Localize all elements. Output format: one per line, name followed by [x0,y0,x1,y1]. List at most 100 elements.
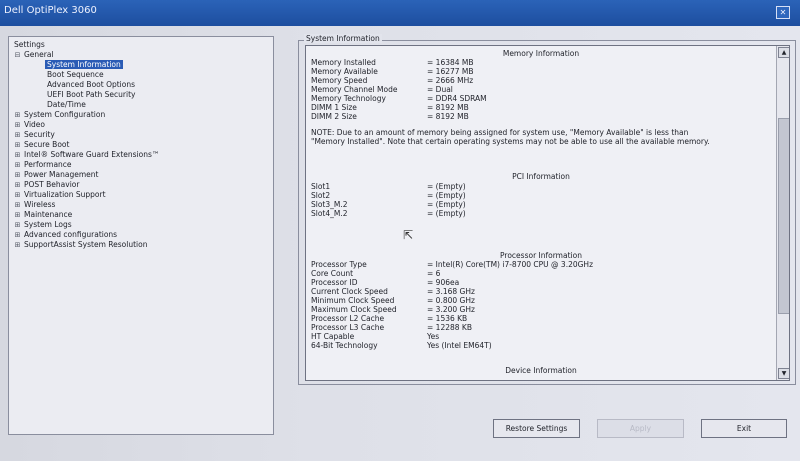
tree-item-system-information[interactable]: System Information [45,60,123,70]
tree-item-virtualization-support[interactable]: ⊞ Virtualization Support [14,190,106,200]
info-key: Memory Technology [311,94,386,103]
info-value: = (Empty) [427,200,466,209]
info-key: Slot2 [311,191,331,200]
plus-icon[interactable]: ⊞ [14,140,21,150]
close-icon[interactable]: ✕ [776,6,790,19]
vertical-scrollbar[interactable]: ▲ ▼ [776,46,789,380]
info-row: Core Count = 6 [311,269,440,278]
info-value: = 12288 KB [427,323,472,332]
tree-item-label: Date/Time [47,100,86,109]
tree-item-advanced-boot-options[interactable]: Advanced Boot Options [47,80,135,90]
tree-item-label: System Configuration [24,110,106,119]
title-bar: Dell OptiPlex 3060 ✕ [0,0,800,26]
tree-item-system-configuration[interactable]: ⊞ System Configuration [14,110,106,120]
info-value: = 1536 KB [427,314,468,323]
tree-item-security[interactable]: ⊞ Security [14,130,55,140]
plus-icon[interactable]: ⊞ [14,150,21,160]
info-row: Slot2 = (Empty) [311,191,466,200]
arrow-up-icon[interactable]: ▲ [778,47,789,58]
tree-item-label: Power Management [24,170,99,179]
info-key: Maximum Clock Speed [311,305,397,314]
exit-button[interactable]: Exit [701,419,787,438]
plus-icon[interactable]: ⊞ [14,220,21,230]
tree-item-video[interactable]: ⊞ Video [14,120,45,130]
info-key: Memory Speed [311,76,368,85]
collapse-icon[interactable]: ⊟ [14,50,21,60]
tree-item-post-behavior[interactable]: ⊞ POST Behavior [14,180,80,190]
tree-item-system-logs[interactable]: ⊞ System Logs [14,220,72,230]
info-value: = 906ea [427,278,460,287]
plus-icon[interactable]: ⊞ [14,200,21,210]
tree-item-label: Advanced Boot Options [47,80,136,89]
info-value: = 16384 MB [427,58,474,67]
tree-item-uefi-boot-path-security[interactable]: UEFI Boot Path Security [47,90,135,100]
tree-item-label: Wireless [24,200,56,209]
info-key: Memory Available [311,67,378,76]
info-row: Memory Technology = DDR4 SDRAM [311,94,487,103]
plus-icon[interactable]: ⊞ [14,130,21,140]
tree-item-advanced-configurations[interactable]: ⊞ Advanced configurations [14,230,118,240]
info-key: Memory Installed [311,58,376,67]
tree-item-label: General [24,50,54,59]
tree-item-secure-boot[interactable]: ⊞ Secure Boot [14,140,70,150]
tree-item-label: POST Behavior [24,180,80,189]
tree-item-power-management[interactable]: ⊞ Power Management [14,170,99,180]
info-row: 64-Bit Technology Yes (Intel EM64T) [311,341,492,350]
info-row: Processor L2 Cache = 1536 KB [311,314,467,323]
info-row: Processor Type = Intel(R) Core(TM) i7-870… [311,260,593,269]
plus-icon[interactable]: ⊞ [14,160,21,170]
tree-item-general[interactable]: ⊟ General [14,50,54,60]
plus-icon[interactable]: ⊞ [14,240,21,250]
info-value: = Intel(R) Core(TM) i7-8700 CPU @ 3.20GH… [427,260,594,269]
plus-icon[interactable]: ⊞ [14,120,21,130]
tree-item-performance[interactable]: ⊞ Performance [14,160,72,170]
tree-item-boot-sequence[interactable]: Boot Sequence [47,70,104,80]
tree-item-label: Video [24,120,46,129]
tree-item-label: Secure Boot [24,140,70,149]
scrollbar-thumb[interactable] [778,118,789,314]
tree-item-date-time[interactable]: Date/Time [47,100,86,110]
info-key: Minimum Clock Speed [311,296,395,305]
info-key: Processor ID [311,278,358,287]
pci-information-heading: PCI Information [512,172,570,181]
tree-item-wireless[interactable]: ⊞ Wireless [14,200,56,210]
tree-item-label: SupportAssist System Resolution [24,240,148,249]
mouse-cursor-icon: ⇱ [403,228,414,242]
tree-item-maintenance[interactable]: ⊞ Maintenance [14,210,73,220]
plus-icon[interactable]: ⊞ [14,230,21,240]
info-value: = 8192 MB [427,103,469,112]
info-value: = DDR4 SDRAM [427,94,487,103]
info-key: Slot1 [311,182,331,191]
tree-item-label: Security [24,130,55,139]
info-value: = 2666 MHz [427,76,474,85]
plus-icon[interactable]: ⊞ [14,210,21,220]
plus-icon[interactable]: ⊞ [14,180,21,190]
tree-root-settings: Settings [14,40,45,49]
info-key: Processor L3 Cache [311,323,385,332]
info-value: = Dual [427,85,453,94]
info-key: DIMM 2 Size [311,112,357,121]
plus-icon[interactable]: ⊞ [14,170,21,180]
tree-item-label: Virtualization Support [24,190,106,199]
info-key: Processor L2 Cache [311,314,385,323]
info-value: Yes (Intel EM64T) [427,341,492,350]
info-row: Processor ID = 906ea [311,278,459,287]
plus-icon[interactable]: ⊞ [14,110,21,120]
tree-item-label: Maintenance [24,210,73,219]
plus-icon[interactable]: ⊞ [14,190,21,200]
info-row: HT Capable Yes [311,332,439,341]
tree-item-supportassist[interactable]: ⊞ SupportAssist System Resolution [14,240,148,250]
info-key: Processor Type [311,260,367,269]
restore-settings-button[interactable]: Restore Settings [493,419,580,438]
info-value: = 3.200 GHz [427,305,475,314]
tree-item-label: Boot Sequence [47,70,104,79]
group-title: System Information [304,34,382,43]
tree-item-label: Advanced configurations [24,230,118,239]
arrow-down-icon[interactable]: ▼ [778,368,789,379]
memory-information-heading: Memory Information [502,49,580,58]
info-key: Current Clock Speed [311,287,388,296]
apply-button[interactable]: Apply [597,419,684,438]
info-row: Maximum Clock Speed = 3.200 GHz [311,305,475,314]
tree-item-label: UEFI Boot Path Security [47,90,136,99]
tree-item-sgx[interactable]: ⊞ Intel® Software Guard Extensions™ [14,150,160,160]
